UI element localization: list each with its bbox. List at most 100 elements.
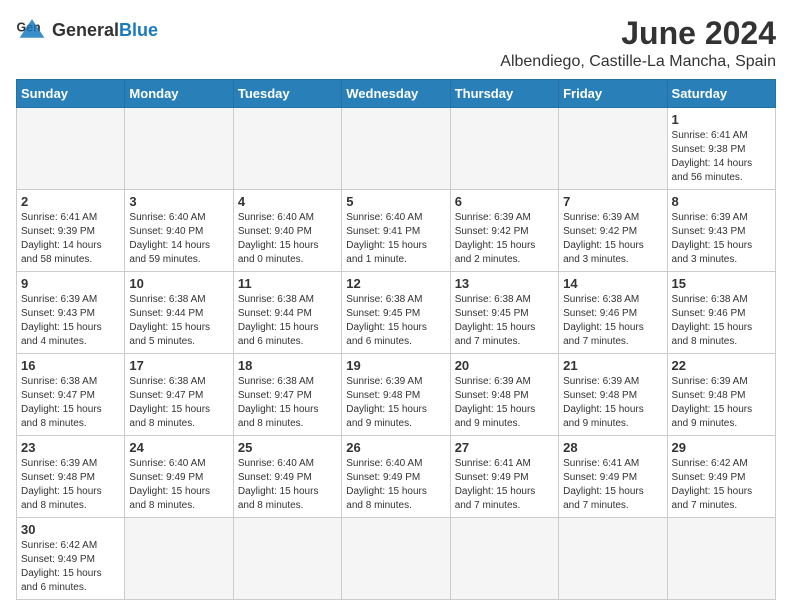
day-number: 4 [238,194,337,209]
calendar-cell: 6 Sunrise: 6:39 AM Sunset: 9:42 PM Daylig… [450,190,558,272]
logo: Gen GeneralBlue [16,16,158,44]
header-day-tuesday: Tuesday [233,80,341,108]
day-number: 22 [672,358,771,373]
day-info: Sunrise: 6:38 AM Sunset: 9:47 PM Dayligh… [129,375,228,431]
day-number: 16 [21,358,120,373]
day-number: 15 [672,276,771,291]
calendar-cell: 4 Sunrise: 6:40 AM Sunset: 9:40 PM Daylig… [233,190,341,272]
calendar-cell: 24 Sunrise: 6:40 AM Sunset: 9:49 PM Dayli… [125,436,233,518]
calendar-cell [559,108,667,190]
day-number: 5 [346,194,445,209]
header-day-monday: Monday [125,80,233,108]
day-info: Sunrise: 6:38 AM Sunset: 9:44 PM Dayligh… [129,293,228,349]
calendar-cell: 8 Sunrise: 6:39 AM Sunset: 9:43 PM Daylig… [667,190,775,272]
calendar-cell: 14 Sunrise: 6:38 AM Sunset: 9:46 PM Dayli… [559,272,667,354]
calendar-cell [559,518,667,600]
calendar-cell: 1Sunrise: 6:41 AM Sunset: 9:38 PM Daylig… [667,108,775,190]
day-number: 30 [21,522,120,537]
calendar-cell: 21 Sunrise: 6:39 AM Sunset: 9:48 PM Dayli… [559,354,667,436]
day-info: Sunrise: 6:41 AM Sunset: 9:49 PM Dayligh… [563,457,662,513]
day-info: Sunrise: 6:38 AM Sunset: 9:47 PM Dayligh… [21,375,120,431]
day-info: Sunrise: 6:38 AM Sunset: 9:45 PM Dayligh… [346,293,445,349]
calendar-header: SundayMondayTuesdayWednesdayThursdayFrid… [17,80,776,108]
day-number: 26 [346,440,445,455]
calendar-cell: 30 Sunrise: 6:42 AM Sunset: 9:49 PM Dayli… [17,518,125,600]
day-info: Sunrise: 6:39 AM Sunset: 9:48 PM Dayligh… [21,457,120,513]
calendar-cell: 10 Sunrise: 6:38 AM Sunset: 9:44 PM Dayli… [125,272,233,354]
day-info: Sunrise: 6:38 AM Sunset: 9:45 PM Dayligh… [455,293,554,349]
calendar-cell [125,108,233,190]
calendar-cell: 7Sunrise: 6:39 AM Sunset: 9:42 PM Daylig… [559,190,667,272]
header-day-wednesday: Wednesday [342,80,450,108]
calendar-cell [233,108,341,190]
calendar-cell [450,518,558,600]
day-number: 24 [129,440,228,455]
calendar-cell [342,108,450,190]
day-info: Sunrise: 6:39 AM Sunset: 9:43 PM Dayligh… [672,211,771,267]
calendar-cell [233,518,341,600]
day-number: 18 [238,358,337,373]
calendar-cell: 28 Sunrise: 6:41 AM Sunset: 9:49 PM Dayli… [559,436,667,518]
logo-text: GeneralBlue [52,20,158,40]
calendar-cell: 3 Sunrise: 6:40 AM Sunset: 9:40 PM Daylig… [125,190,233,272]
day-info: Sunrise: 6:39 AM Sunset: 9:42 PM Dayligh… [455,211,554,267]
day-info: Sunrise: 6:42 AM Sunset: 9:49 PM Dayligh… [21,539,120,595]
day-info: Sunrise: 6:42 AM Sunset: 9:49 PM Dayligh… [672,457,771,513]
day-info: Sunrise: 6:38 AM Sunset: 9:47 PM Dayligh… [238,375,337,431]
day-number: 3 [129,194,228,209]
day-number: 9 [21,276,120,291]
day-number: 13 [455,276,554,291]
calendar-cell: 29Sunrise: 6:42 AM Sunset: 9:49 PM Dayli… [667,436,775,518]
day-info: Sunrise: 6:40 AM Sunset: 9:40 PM Dayligh… [238,211,337,267]
day-number: 8 [672,194,771,209]
calendar-cell: 12 Sunrise: 6:38 AM Sunset: 9:45 PM Dayli… [342,272,450,354]
header-day-sunday: Sunday [17,80,125,108]
day-number: 11 [238,276,337,291]
calendar-cell: 5 Sunrise: 6:40 AM Sunset: 9:41 PM Daylig… [342,190,450,272]
calendar-cell [125,518,233,600]
day-info: Sunrise: 6:40 AM Sunset: 9:40 PM Dayligh… [129,211,228,267]
header-day-saturday: Saturday [667,80,775,108]
calendar-cell: 18 Sunrise: 6:38 AM Sunset: 9:47 PM Dayli… [233,354,341,436]
day-info: Sunrise: 6:39 AM Sunset: 9:48 PM Dayligh… [346,375,445,431]
header-day-friday: Friday [559,80,667,108]
day-info: Sunrise: 6:41 AM Sunset: 9:38 PM Dayligh… [672,129,771,185]
day-info: Sunrise: 6:40 AM Sunset: 9:49 PM Dayligh… [129,457,228,513]
day-number: 28 [563,440,662,455]
day-number: 20 [455,358,554,373]
calendar-cell: 16 Sunrise: 6:38 AM Sunset: 9:47 PM Dayli… [17,354,125,436]
day-number: 14 [563,276,662,291]
calendar-cell: 23 Sunrise: 6:39 AM Sunset: 9:48 PM Dayli… [17,436,125,518]
day-number: 2 [21,194,120,209]
day-info: Sunrise: 6:41 AM Sunset: 9:49 PM Dayligh… [455,457,554,513]
day-info: Sunrise: 6:39 AM Sunset: 9:42 PM Dayligh… [563,211,662,267]
calendar-cell: 11Sunrise: 6:38 AM Sunset: 9:44 PM Dayli… [233,272,341,354]
logo-icon: Gen [16,16,48,44]
calendar-cell: 22 Sunrise: 6:39 AM Sunset: 9:48 PM Dayli… [667,354,775,436]
day-number: 27 [455,440,554,455]
day-number: 19 [346,358,445,373]
day-info: Sunrise: 6:39 AM Sunset: 9:48 PM Dayligh… [563,375,662,431]
day-info: Sunrise: 6:40 AM Sunset: 9:49 PM Dayligh… [346,457,445,513]
calendar-cell: 25Sunrise: 6:40 AM Sunset: 9:49 PM Dayli… [233,436,341,518]
day-info: Sunrise: 6:39 AM Sunset: 9:43 PM Dayligh… [21,293,120,349]
day-number: 6 [455,194,554,209]
month-title: June 2024 [500,16,776,51]
calendar-cell [17,108,125,190]
day-info: Sunrise: 6:39 AM Sunset: 9:48 PM Dayligh… [455,375,554,431]
day-number: 21 [563,358,662,373]
title-block: June 2024 Albendiego, Castille-La Mancha… [500,16,776,71]
day-info: Sunrise: 6:39 AM Sunset: 9:48 PM Dayligh… [672,375,771,431]
calendar-cell: 9 Sunrise: 6:39 AM Sunset: 9:43 PM Daylig… [17,272,125,354]
day-info: Sunrise: 6:38 AM Sunset: 9:46 PM Dayligh… [672,293,771,349]
day-number: 23 [21,440,120,455]
day-number: 10 [129,276,228,291]
day-info: Sunrise: 6:38 AM Sunset: 9:46 PM Dayligh… [563,293,662,349]
day-info: Sunrise: 6:40 AM Sunset: 9:41 PM Dayligh… [346,211,445,267]
header: Gen GeneralBlue June 2024 Albendiego, Ca… [16,16,776,71]
calendar-cell: 15 Sunrise: 6:38 AM Sunset: 9:46 PM Dayli… [667,272,775,354]
calendar-body: 1Sunrise: 6:41 AM Sunset: 9:38 PM Daylig… [17,108,776,600]
calendar-cell [450,108,558,190]
day-number: 12 [346,276,445,291]
calendar-cell: 2Sunrise: 6:41 AM Sunset: 9:39 PM Daylig… [17,190,125,272]
